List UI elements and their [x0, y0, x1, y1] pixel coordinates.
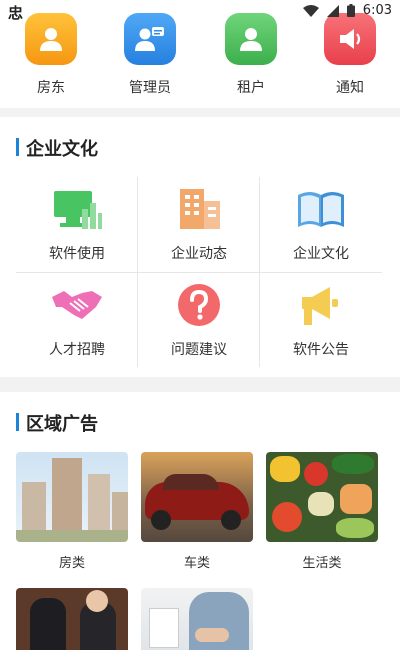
- ad-label: 房类: [58, 556, 85, 571]
- role-admin[interactable]: 管理员: [123, 13, 177, 97]
- culture-section: 企业文化 软件使用 企业动态 企业文化 人才招聘 问题建议 软件公告: [0, 117, 400, 377]
- battery-icon: [346, 4, 355, 17]
- vegetables-photo: [266, 452, 378, 542]
- ad-label: 生活类: [302, 556, 342, 571]
- office-meeting-photo: [141, 588, 253, 650]
- ad-housing[interactable]: 房类: [16, 452, 128, 571]
- red-car-photo: [141, 452, 253, 542]
- role-tenant[interactable]: 租户: [224, 13, 278, 97]
- menu-announcements[interactable]: 软件公告: [260, 273, 382, 369]
- menu-label: 企业动态: [171, 246, 227, 262]
- book-icon: [298, 192, 344, 227]
- ads-section: 区域广告 房类 车类 生活类: [0, 392, 400, 650]
- signal-icon: [326, 4, 339, 17]
- question-icon: [178, 284, 220, 326]
- ad-label: 车类: [183, 556, 210, 571]
- business-people-photo: [16, 588, 128, 650]
- menu-corporate-culture[interactable]: 企业文化: [260, 177, 382, 273]
- role-label: 管理员: [129, 80, 171, 96]
- menu-label: 软件公告: [293, 342, 349, 358]
- apartment-buildings-photo: [16, 452, 128, 542]
- menu-label: 企业文化: [293, 246, 349, 262]
- status-time: 6:03: [362, 3, 392, 18]
- wifi-icon: [302, 4, 319, 17]
- ad-lifestyle[interactable]: 生活类: [266, 452, 378, 571]
- menu-label: 人才招聘: [49, 342, 105, 358]
- handshake-icon: [52, 291, 102, 319]
- role-label: 通知: [336, 80, 364, 96]
- menu-label: 问题建议: [171, 342, 227, 358]
- menu-label: 软件使用: [49, 246, 105, 262]
- menu-recruitment[interactable]: 人才招聘: [16, 273, 138, 369]
- role-label: 房东: [37, 80, 65, 96]
- ad-office[interactable]: [141, 588, 253, 650]
- menu-software-usage[interactable]: 软件使用: [16, 177, 138, 273]
- section-title: 企业文化: [16, 135, 98, 161]
- role-label: 租户: [237, 80, 265, 96]
- role-landlord[interactable]: 房东: [24, 13, 78, 97]
- role-notice[interactable]: 通知: [323, 13, 377, 97]
- menu-company-news[interactable]: 企业动态: [138, 177, 260, 273]
- section-title: 区域广告: [16, 410, 98, 436]
- monitor-chart-icon: [54, 191, 102, 229]
- ad-services[interactable]: [16, 588, 128, 650]
- menu-suggestions[interactable]: 问题建议: [138, 273, 260, 369]
- app-notification-icon: 忠: [8, 4, 24, 22]
- megaphone-icon: [302, 287, 338, 325]
- building-icon: [180, 189, 220, 229]
- ad-cars[interactable]: 车类: [141, 452, 253, 571]
- status-bar: 忠 6:03: [0, 0, 400, 22]
